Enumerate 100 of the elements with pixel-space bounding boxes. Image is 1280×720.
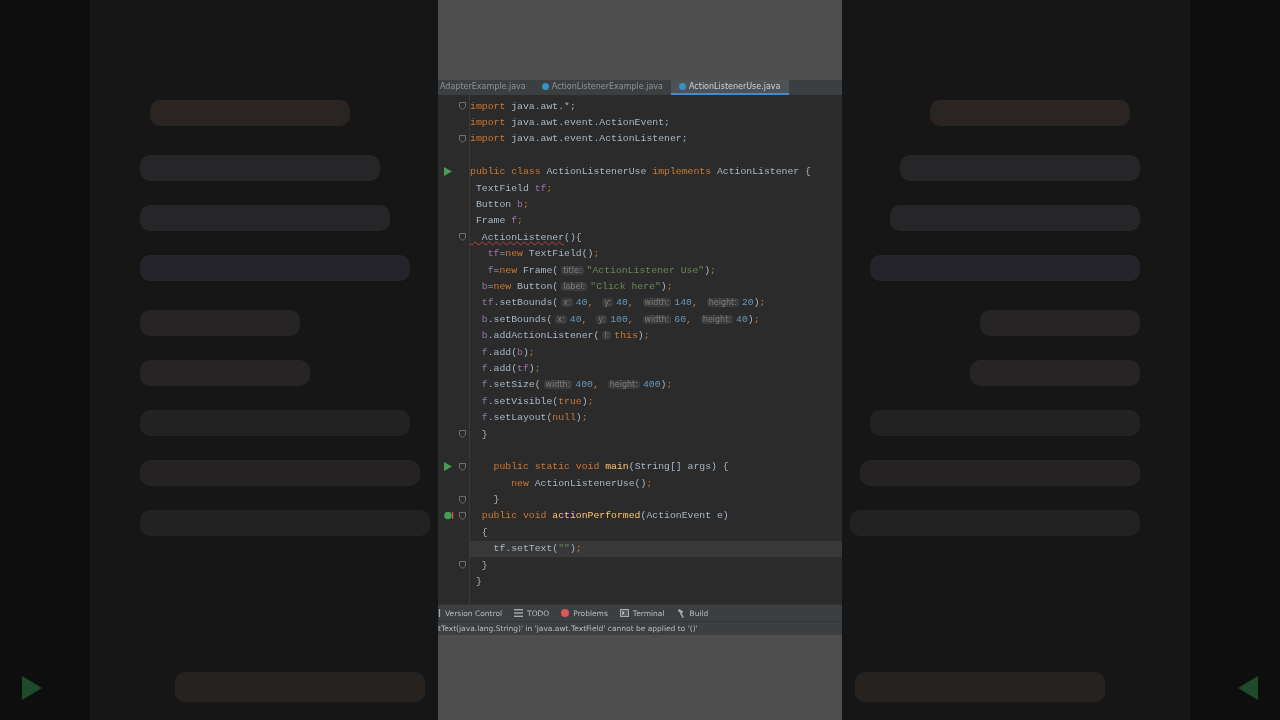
code-token: .add(	[487, 346, 518, 358]
code-token: java.awt.event.ActionListener;	[511, 133, 688, 145]
code-token: import	[470, 100, 507, 112]
code-token: import	[470, 133, 507, 145]
code-token: ;	[581, 412, 588, 424]
code-token: 40	[616, 297, 628, 309]
code-token: b	[480, 330, 488, 342]
code-token: .add(	[487, 362, 518, 374]
code-token: new	[510, 477, 530, 489]
class-icon	[679, 83, 686, 90]
editor-tab[interactable]: AdapterExample.java	[438, 80, 534, 95]
code-token: =	[493, 264, 500, 276]
code-token: b	[517, 346, 523, 358]
fold-icon[interactable]	[459, 102, 466, 111]
parameter-hint: label:	[561, 282, 588, 291]
code-token: Button	[474, 199, 513, 211]
fold-icon[interactable]	[459, 233, 466, 242]
override-icon[interactable]	[444, 511, 454, 521]
fold-icon[interactable]	[459, 134, 466, 143]
code-token: tf	[480, 297, 494, 309]
code-token: ;	[517, 215, 523, 227]
code-token: .setBounds(	[487, 313, 553, 325]
parameter-hint: y:	[602, 298, 614, 308]
code-token: ;	[710, 264, 716, 276]
code-token: 40	[736, 313, 748, 325]
code-token: f	[480, 346, 488, 358]
code-token: b	[517, 199, 523, 211]
code-token: Button(	[517, 281, 559, 292]
code-token: ;	[753, 313, 760, 325]
terminal-icon	[619, 609, 629, 617]
code-token: public void	[480, 510, 548, 522]
editor-tab[interactable]: ActionListenerExample.java	[533, 80, 671, 95]
parameter-hint: height:	[607, 380, 640, 390]
editor-tab[interactable]: ActionListenerUse.java	[671, 80, 789, 95]
run-icon[interactable]	[444, 462, 452, 472]
code-token: true	[558, 395, 582, 407]
code-token: f	[480, 379, 488, 391]
code-token: ;	[593, 248, 600, 260]
code-token: new	[505, 248, 524, 260]
fold-icon[interactable]	[459, 430, 466, 438]
code-token: "Click here"	[590, 281, 661, 292]
code-token: }	[474, 576, 482, 587]
code-token: (){	[564, 231, 582, 243]
code-token: java.awt.event.ActionEvent;	[511, 117, 670, 129]
code-token: 140	[674, 297, 692, 309]
code-token: "ActionListener Use"	[586, 264, 705, 276]
code-token: main	[605, 461, 629, 473]
code-token: .setLayout(	[487, 412, 553, 424]
code-token: ;	[575, 543, 582, 555]
code-token: .setVisible(	[487, 395, 559, 407]
code-token: ActionListener {	[716, 166, 811, 178]
code-token: tf.setText(	[492, 543, 559, 555]
code-token: ;	[534, 362, 541, 374]
code-token: }	[492, 494, 500, 506]
code-token: public class	[470, 166, 542, 178]
code-token: }	[480, 428, 488, 440]
code-token: ;	[546, 182, 553, 194]
code-token: )	[660, 281, 667, 292]
parameter-hint: height:	[700, 314, 734, 324]
parameter-hint: width:	[642, 314, 672, 324]
code-token: )	[522, 346, 529, 358]
error-icon	[561, 609, 570, 617]
code-token: .addActionListener(	[487, 330, 600, 342]
run-icon[interactable]	[444, 167, 452, 177]
code-token: ActionListenerUse()	[534, 477, 647, 489]
code-token: java.awt.*;	[511, 100, 576, 112]
code-token: ""	[558, 543, 570, 555]
parameter-hint: y:	[596, 314, 608, 324]
code-token: null	[552, 412, 576, 424]
code-token: =	[499, 248, 506, 260]
code-token: )	[747, 313, 754, 325]
code-token: new	[493, 281, 513, 292]
code-token: ;	[666, 379, 673, 391]
code-token: this	[614, 330, 638, 342]
code-token: )	[575, 412, 582, 424]
fold-icon[interactable]	[459, 462, 466, 471]
fold-icon[interactable]	[459, 561, 466, 570]
code-token: actionPerformed	[552, 510, 641, 522]
code-token: implements	[652, 166, 713, 178]
code-token: )	[660, 379, 667, 391]
code-token: TextField	[474, 182, 530, 194]
code-token: Frame	[474, 215, 507, 227]
code-token: .setBounds(	[493, 297, 559, 309]
code-token: 100	[610, 313, 628, 325]
code-token: TextField()	[528, 248, 594, 260]
code-token: 40	[569, 313, 582, 325]
code-token: import	[470, 117, 507, 129]
code-token: f	[480, 395, 488, 407]
code-token: b	[480, 281, 488, 292]
code-token: public static void	[492, 461, 601, 473]
code-token: ActionListenerUse	[546, 166, 648, 178]
code-token: ;	[528, 346, 535, 358]
code-token: tf	[517, 362, 529, 374]
list-icon	[514, 609, 524, 617]
code-token: )	[581, 395, 588, 407]
code-token: ;	[522, 199, 529, 211]
code-token: tf	[486, 248, 500, 260]
code-token: (String[] args) {	[628, 461, 729, 473]
code-token: ActionListener	[480, 231, 565, 243]
code-token: 40	[575, 297, 588, 309]
